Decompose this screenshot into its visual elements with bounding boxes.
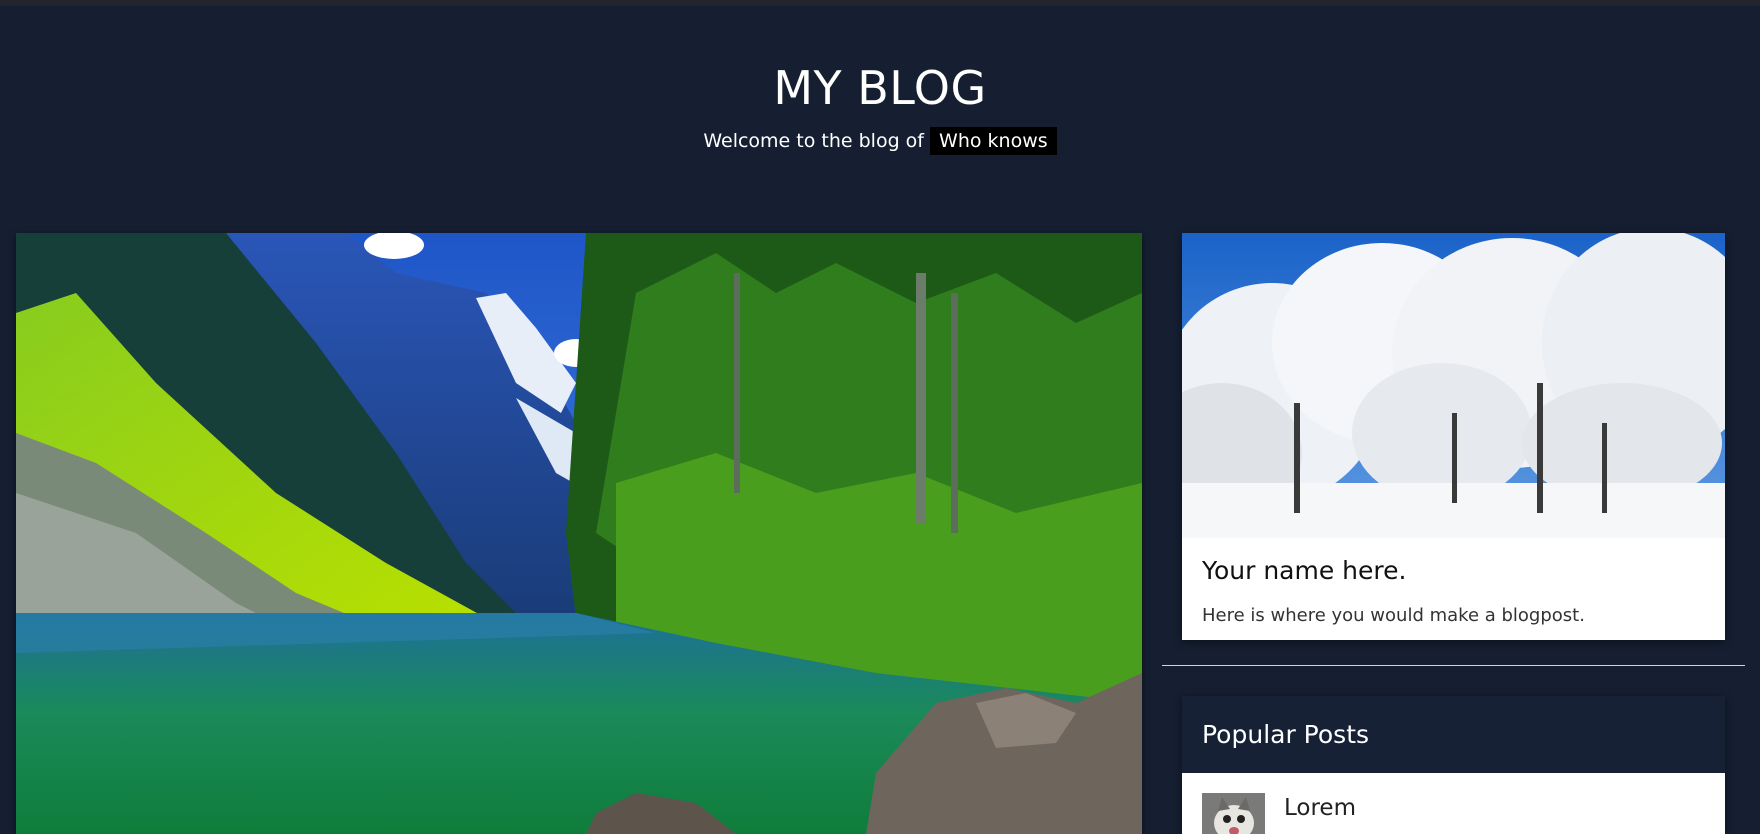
tagline-prefix: Welcome to the blog of	[703, 130, 924, 152]
card-title: Your name here.	[1202, 556, 1407, 585]
tagline-name-highlight: Who knows	[930, 127, 1057, 155]
site-title: MY BLOG	[773, 61, 987, 115]
card-text: Here is where you would make a blogpost.	[1202, 605, 1585, 626]
popular-posts-panel: Popular Posts Lorem	[1182, 696, 1725, 834]
tagline: Welcome to the blog of Who knows	[0, 126, 1760, 156]
post-title[interactable]: Lorem	[1284, 793, 1356, 823]
page: MY BLOG Welcome to the blog of Who knows	[0, 6, 1760, 834]
list-item[interactable]: Lorem	[1182, 773, 1725, 834]
author-card: Your name here. Here is where you would …	[1182, 233, 1725, 640]
popular-posts-list: Lorem	[1182, 773, 1725, 834]
sidebar-divider	[1162, 665, 1745, 666]
hero-image[interactable]	[16, 233, 1142, 834]
popular-posts-header: Popular Posts	[1182, 696, 1725, 773]
card-image[interactable]	[1182, 233, 1725, 538]
popular-posts-title: Popular Posts	[1202, 720, 1370, 749]
